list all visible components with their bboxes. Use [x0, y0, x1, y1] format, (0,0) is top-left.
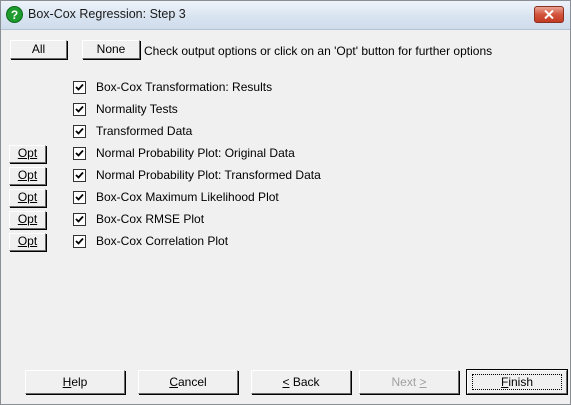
option-checkbox[interactable]: [73, 213, 86, 226]
next-label: Next: [391, 375, 420, 389]
checkmark-icon: [75, 83, 84, 91]
option-label: Normal Probability Plot: Original Data: [96, 146, 295, 160]
opt-button-label: Opt: [17, 146, 38, 160]
title-bar[interactable]: ? Box-Cox Regression: Step 3: [1, 1, 570, 30]
option-checkbox[interactable]: [73, 235, 86, 248]
next-button[interactable]: Next >: [359, 370, 459, 394]
opt-button[interactable]: Opt: [9, 145, 46, 163]
checkmark-icon: [75, 127, 84, 135]
opt-button[interactable]: Opt: [9, 233, 46, 251]
help-question-icon: ?: [6, 6, 23, 23]
option-checkbox[interactable]: [73, 191, 86, 204]
opt-button-label: Opt: [17, 190, 38, 204]
option-checkbox[interactable]: [73, 147, 86, 160]
checkmark-icon: [75, 171, 84, 179]
checkmark-icon: [75, 149, 84, 157]
opt-button-label: Opt: [17, 212, 38, 226]
option-checkbox[interactable]: [73, 103, 86, 116]
back-label: Back: [289, 375, 320, 389]
option-label: Box-Cox Maximum Likelihood Plot: [96, 190, 279, 204]
option-checkbox[interactable]: [73, 169, 86, 182]
option-label: Normal Probability Plot: Transformed Dat…: [96, 168, 321, 182]
next-mnemonic: >: [419, 375, 427, 389]
opt-button[interactable]: Opt: [9, 167, 46, 185]
instruction-text: Check output options or click on an 'Opt…: [144, 44, 493, 58]
option-label: Box-Cox Correlation Plot: [96, 234, 229, 248]
dialog-body: All None Check output options or click o…: [2, 31, 569, 401]
back-mnemonic: <: [282, 375, 290, 389]
checkmark-icon: [75, 193, 84, 201]
all-button[interactable]: All: [10, 40, 67, 59]
cancel-button[interactable]: Cancel: [138, 370, 238, 394]
opt-button[interactable]: Opt: [9, 189, 46, 207]
svg-text:?: ?: [11, 8, 18, 22]
cancel-mnemonic: C: [169, 375, 178, 389]
focus-rectangle: [472, 374, 562, 390]
help-label: elp: [71, 375, 88, 389]
checkmark-icon: [75, 215, 84, 223]
option-label: Box-Cox Transformation: Results: [96, 80, 273, 94]
checkmark-icon: [75, 105, 84, 113]
dialog-window: ? Box-Cox Regression: Step 3 All None Ch…: [0, 0, 571, 405]
option-checkbox[interactable]: [73, 125, 86, 138]
help-button[interactable]: Help: [25, 370, 125, 394]
finish-button[interactable]: Finish: [467, 370, 567, 394]
option-label: Transformed Data: [96, 124, 193, 138]
back-button[interactable]: < Back: [251, 370, 351, 394]
none-button[interactable]: None: [82, 40, 140, 59]
option-label: Box-Cox RMSE Plot: [96, 212, 205, 226]
opt-button-label: Opt: [17, 234, 38, 248]
opt-button-label: Opt: [17, 168, 38, 182]
option-checkbox[interactable]: [73, 81, 86, 94]
checkmark-icon: [75, 237, 84, 245]
close-icon: [544, 10, 554, 19]
window-title: Box-Cox Regression: Step 3: [28, 7, 186, 21]
option-label: Normality Tests: [96, 102, 178, 116]
cancel-label: ancel: [177, 375, 207, 389]
opt-button[interactable]: Opt: [9, 211, 46, 229]
close-button[interactable]: [534, 6, 564, 23]
